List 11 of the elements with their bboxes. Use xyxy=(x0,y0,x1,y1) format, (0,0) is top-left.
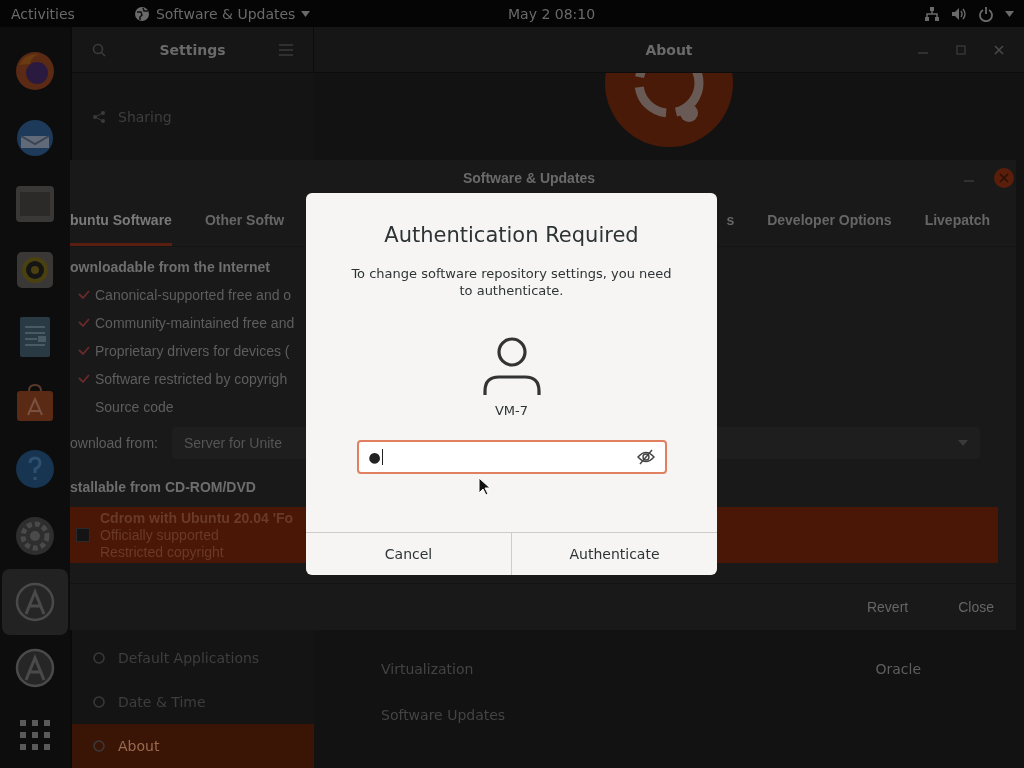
dialog-message: To change software repository settings, you need to authenticate. xyxy=(350,265,673,299)
dialog-title: Authentication Required xyxy=(384,223,639,247)
page-title: About xyxy=(645,41,693,58)
window-title: Settings xyxy=(159,41,226,58)
section-heading: stallable from CD-ROM/DVD xyxy=(70,479,256,497)
user-name: VM-7 xyxy=(494,403,529,418)
section-heading: ownloadable from the Internet xyxy=(70,259,270,277)
app-menu-label: Software & Updates xyxy=(155,5,296,22)
row-value: Oracle xyxy=(875,661,921,677)
window-title: Software & Updates xyxy=(462,170,596,186)
download-label: ownload from: xyxy=(70,435,158,451)
